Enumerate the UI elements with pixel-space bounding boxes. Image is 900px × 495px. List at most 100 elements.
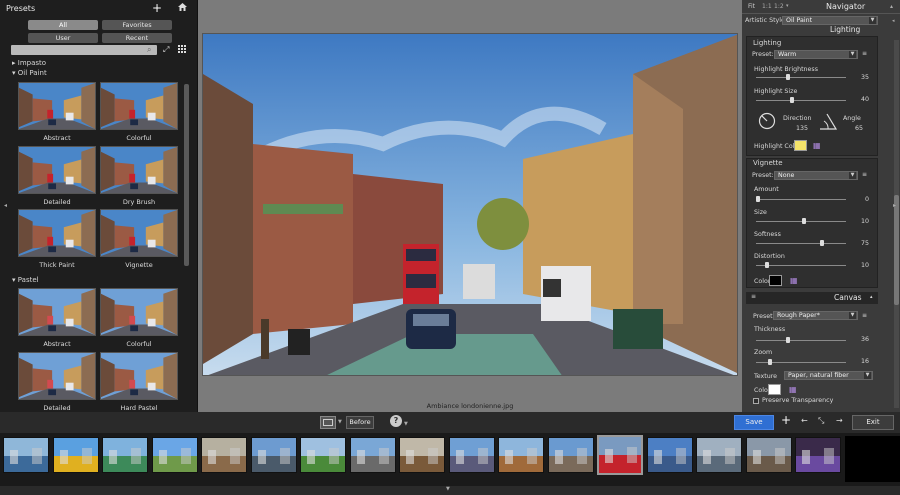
angle-value[interactable]: 65	[855, 125, 863, 132]
zoom-fit-option[interactable]: Fit	[748, 3, 755, 10]
preset-thumbnail[interactable]	[100, 82, 178, 130]
next-icon[interactable]: →	[836, 416, 843, 425]
zoom-dropdown-icon[interactable]: ▾	[786, 3, 789, 9]
filmstrip-thumbnail[interactable]	[696, 437, 742, 473]
zoom-1-1-option[interactable]: 1:1	[762, 3, 772, 10]
filmstrip-thumbnail[interactable]	[795, 437, 841, 473]
filter-recent-button[interactable]: Recent	[102, 33, 172, 43]
highlight-color-swatch[interactable]	[794, 140, 807, 151]
thickness-slider[interactable]	[756, 340, 846, 341]
zoom-value[interactable]: 16	[849, 358, 869, 365]
size-slider[interactable]	[756, 221, 846, 222]
add-icon[interactable]: +	[781, 413, 791, 427]
compare-view-icon[interactable]	[320, 416, 336, 429]
group-oil-paint[interactable]: ▾ Oil Paint	[12, 69, 47, 77]
navigator-collapse-icon[interactable]: ▴	[890, 3, 893, 10]
group-impasto[interactable]: ▸ Impasto	[12, 59, 46, 67]
direction-value[interactable]: 135	[796, 125, 808, 132]
vignette-menu-icon[interactable]: ≡	[862, 171, 867, 178]
filmstrip-thumbnail[interactable]	[498, 437, 544, 473]
home-icon[interactable]	[178, 3, 187, 11]
before-button[interactable]: Before	[346, 416, 374, 429]
preset-thumbnail[interactable]	[100, 288, 178, 336]
highlight-size-slider[interactable]	[756, 100, 846, 101]
distortion-value[interactable]: 10	[849, 262, 869, 269]
softness-slider[interactable]	[756, 243, 846, 244]
color-picker-icon[interactable]: ▦	[790, 276, 798, 285]
filmstrip-thumbnail[interactable]	[745, 437, 792, 473]
canvas-collapse-icon[interactable]: ▴	[870, 294, 873, 300]
thickness-knob[interactable]	[786, 337, 790, 343]
preset-thumbnail[interactable]	[18, 352, 96, 400]
highlight-size-value[interactable]: 40	[849, 96, 869, 103]
panel-collapse-icon[interactable]: ◂	[892, 18, 895, 24]
artistic-style-select[interactable]: Oil Paint ▼	[782, 16, 878, 25]
filmstrip-thumbnail[interactable]	[448, 437, 495, 473]
size-value[interactable]: 10	[849, 218, 869, 225]
canvas-color-swatch[interactable]	[768, 384, 781, 395]
highlight-brightness-knob[interactable]	[786, 74, 790, 80]
help-icon[interactable]: ?	[390, 415, 402, 427]
lighting-menu-icon[interactable]: ≡	[862, 50, 867, 57]
collapse-right-icon[interactable]: ▸	[893, 202, 896, 209]
filter-all-button[interactable]: All	[28, 20, 98, 30]
highlight-size-knob[interactable]	[790, 97, 794, 103]
softness-value[interactable]: 75	[849, 240, 869, 247]
fit-screen-icon[interactable]: ⤡	[818, 416, 824, 426]
distortion-knob[interactable]	[765, 262, 769, 268]
save-button[interactable]: Save	[734, 415, 774, 430]
filmstrip-thumbnail[interactable]	[300, 437, 346, 473]
zoom-knob[interactable]	[768, 359, 772, 365]
filmstrip-thumbnail[interactable]	[547, 437, 594, 473]
collapse-left-icon[interactable]: ◂	[4, 202, 7, 209]
vignette-preset-select[interactable]: None ▼	[774, 171, 858, 180]
color-picker-icon[interactable]: ▦	[789, 385, 797, 394]
amount-value[interactable]: 0	[849, 196, 869, 203]
filter-favorites-button[interactable]: Favorites	[102, 20, 172, 30]
filmstrip-thumbnail[interactable]	[102, 437, 148, 473]
filter-user-button[interactable]: User	[28, 33, 98, 43]
lighting-preset-select[interactable]: Warm ▼	[774, 50, 858, 59]
filmstrip-thumbnail[interactable]	[646, 437, 693, 473]
preset-thumbnail[interactable]	[18, 209, 96, 257]
expand-icon[interactable]: ⤢	[163, 45, 169, 55]
filmstrip-thumbnail[interactable]	[597, 435, 643, 475]
filmstrip-thumbnail[interactable]	[250, 437, 297, 473]
preset-thumbnail[interactable]	[18, 146, 96, 194]
filmstrip-thumbnail[interactable]	[349, 437, 396, 473]
exit-button[interactable]: Exit	[852, 415, 894, 430]
color-picker-icon[interactable]: ▦	[813, 141, 821, 150]
texture-select[interactable]: Paper, natural fiber ▼	[784, 371, 873, 380]
view-dropdown-icon[interactable]: ▼	[338, 419, 342, 425]
filmstrip-thumbnail[interactable]	[52, 437, 99, 473]
settings-scrollbar-thumb[interactable]	[894, 195, 899, 305]
size-knob[interactable]	[802, 218, 806, 224]
help-dropdown-icon[interactable]: ▼	[404, 421, 408, 427]
filmstrip-thumbnail[interactable]	[201, 437, 247, 473]
filmstrip-thumbnail[interactable]	[399, 437, 445, 473]
distortion-slider[interactable]	[756, 265, 846, 266]
group-pastel[interactable]: ▾ Pastel	[12, 276, 39, 284]
zoom-1-2-option[interactable]: 1:2	[774, 3, 784, 10]
preserve-transparency-checkbox[interactable]	[753, 398, 759, 404]
preset-thumbnail[interactable]	[18, 82, 96, 130]
filmstrip-thumbnail[interactable]	[151, 437, 198, 473]
highlight-brightness-value[interactable]: 35	[849, 74, 869, 81]
previous-icon[interactable]: ←	[801, 416, 808, 425]
canvas-preset-select[interactable]: Rough Paper* ▼	[773, 311, 858, 320]
direction-dial-icon[interactable]	[758, 112, 776, 130]
preset-search-input[interactable]	[11, 45, 157, 55]
thickness-value[interactable]: 36	[849, 336, 869, 343]
vignette-color-swatch[interactable]	[769, 275, 782, 286]
highlight-brightness-slider[interactable]	[756, 77, 846, 78]
preset-thumbnail[interactable]	[100, 209, 178, 257]
amount-knob[interactable]	[756, 196, 760, 202]
canvas-preset-menu-icon[interactable]: ≡	[862, 312, 867, 319]
grid-view-icon[interactable]	[178, 45, 186, 53]
preset-thumbnail[interactable]	[100, 146, 178, 194]
amount-slider[interactable]	[756, 199, 846, 200]
angle-icon[interactable]	[819, 113, 838, 130]
filmstrip-expand-icon[interactable]: ▼	[446, 486, 450, 492]
canvas-menu-icon[interactable]: ≡	[751, 293, 756, 300]
softness-knob[interactable]	[820, 240, 824, 246]
